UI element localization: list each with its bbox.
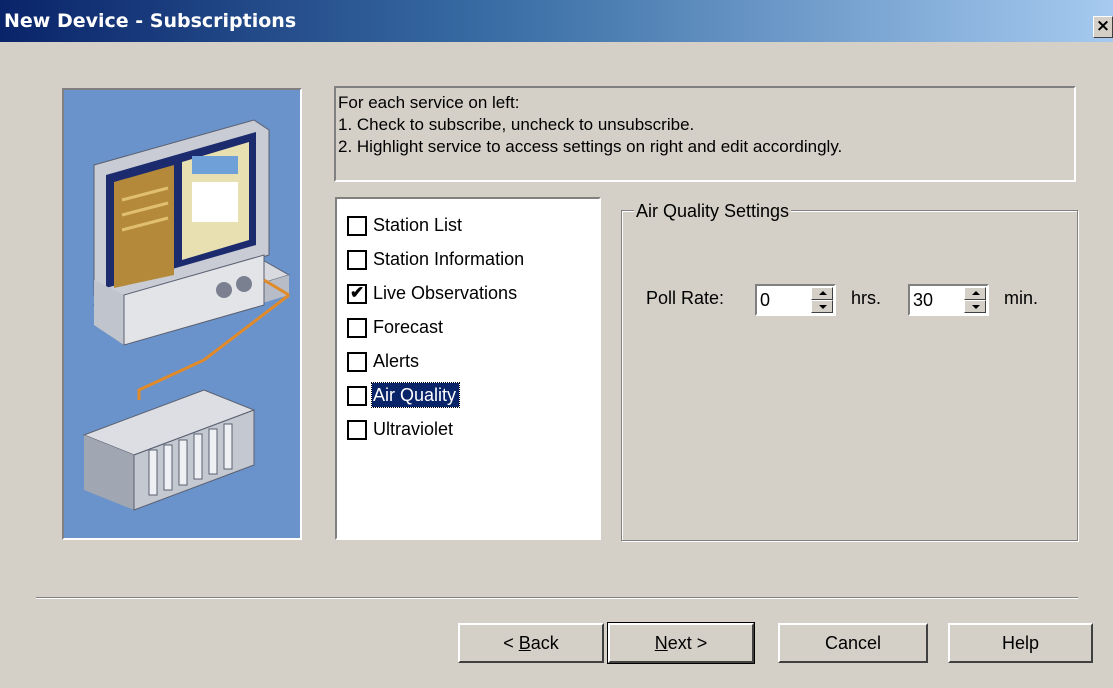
minutes-spinbox[interactable]: 30	[908, 284, 989, 316]
help-label: Help	[1001, 633, 1040, 653]
computer-plc-illustration-icon	[64, 90, 300, 538]
settings-group-box	[621, 210, 1078, 541]
checkmark-icon: ✔	[350, 283, 365, 302]
service-checkbox[interactable]: ✔	[347, 283, 367, 304]
next-button[interactable]: Next >	[607, 622, 755, 664]
service-checkbox[interactable]	[347, 420, 367, 440]
minutes-value[interactable]: 30	[913, 289, 933, 311]
hours-down-arrow-icon[interactable]	[811, 300, 833, 313]
dialog-window: New Device - Subscriptions × For each se…	[0, 0, 1113, 688]
hours-value[interactable]: 0	[760, 289, 770, 311]
minutes-up-arrow-icon[interactable]	[964, 287, 986, 300]
next-rest: ext >	[667, 633, 708, 653]
service-checkbox[interactable]	[347, 250, 367, 270]
poll-rate-label: Poll Rate:	[646, 288, 725, 308]
service-label: Live Observations	[373, 283, 518, 303]
service-checkbox[interactable]	[347, 352, 367, 372]
service-label: Ultraviolet	[373, 419, 454, 439]
back-rest: ack	[530, 633, 559, 653]
instruction-line: 1. Check to subscribe, uncheck to unsubs…	[338, 115, 695, 134]
service-label: Station Information	[373, 249, 525, 269]
title-bar: New Device - Subscriptions ×	[0, 0, 1113, 42]
close-icon: ×	[1095, 16, 1111, 36]
next-mnemonic: N	[654, 633, 668, 653]
service-label-selected: Air Quality	[370, 382, 461, 408]
service-label: Forecast	[373, 317, 444, 337]
minutes-spin-buttons	[964, 287, 986, 313]
hours-spin-buttons	[811, 287, 833, 313]
back-prefix: <	[503, 633, 519, 653]
settings-group-title: Air Quality Settings	[634, 201, 792, 222]
back-button[interactable]: < Back	[458, 623, 604, 663]
instruction-line: 2. Highlight service to access settings …	[338, 137, 843, 156]
wizard-illustration	[62, 88, 302, 540]
minutes-unit-label: min.	[1004, 288, 1039, 308]
back-mnemonic: B	[518, 633, 531, 653]
window-title: New Device - Subscriptions	[4, 10, 297, 32]
cancel-label: Cancel	[824, 633, 882, 653]
service-checkbox[interactable]	[347, 386, 367, 406]
service-label: Alerts	[373, 351, 420, 371]
minutes-down-arrow-icon[interactable]	[964, 300, 986, 313]
close-button[interactable]: ×	[1093, 16, 1113, 38]
help-button[interactable]: Help	[948, 623, 1093, 663]
instruction-line: For each service on left:	[338, 93, 520, 112]
service-list[interactable]: Station List Station Information ✔ Live …	[335, 197, 601, 540]
service-label: Station List	[373, 215, 463, 235]
hours-unit-label: hrs.	[851, 288, 882, 308]
hours-up-arrow-icon[interactable]	[811, 287, 833, 300]
cancel-button[interactable]: Cancel	[778, 623, 928, 663]
hours-spinbox[interactable]: 0	[755, 284, 836, 316]
service-checkbox[interactable]	[347, 318, 367, 338]
service-checkbox[interactable]	[347, 216, 367, 236]
separator-line	[36, 597, 1078, 599]
instructions-box: For each service on left: 1. Check to su…	[334, 86, 1076, 182]
